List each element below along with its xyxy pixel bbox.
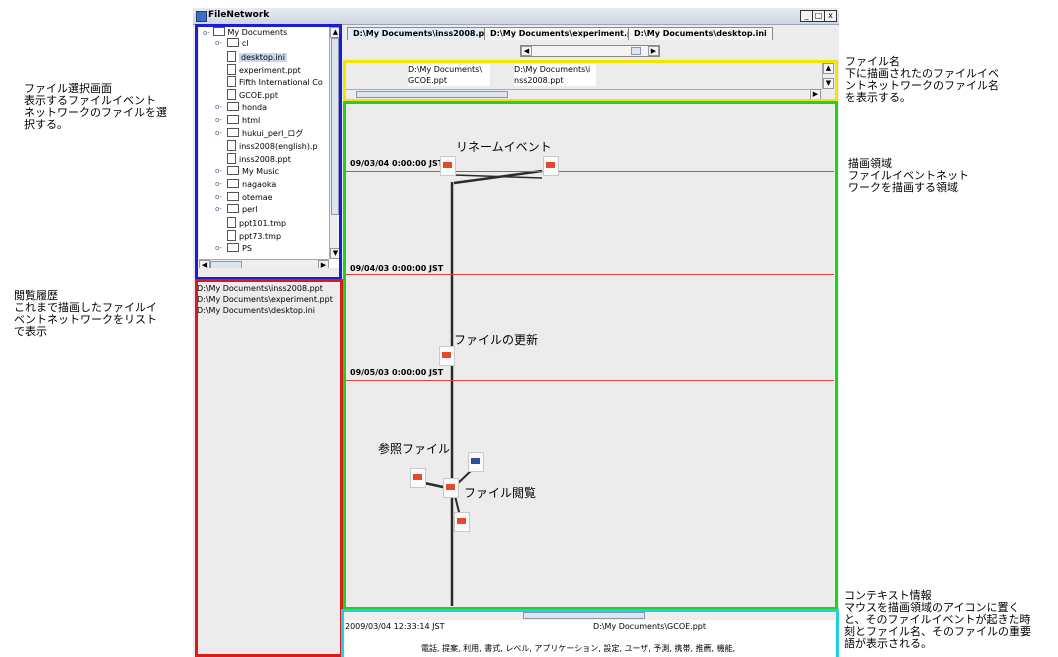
context-box: [341, 609, 839, 657]
annotation-context: コンテキスト情報 マウスを描画領域のアイコンに置く と、そのファイルイベントが起…: [844, 589, 1031, 650]
draw-area-box: [343, 101, 838, 610]
scroll-left-icon[interactable]: ◀: [521, 46, 532, 56]
annotation-file-select: ファイル選択画面 表示するファイルイベント ネットワークのファイルを選 択する。: [24, 82, 167, 131]
tab-inss2008[interactable]: D:\My Documents\inss2008.ppt: [347, 27, 500, 40]
timeline-scrollbar[interactable]: ◀ ▶: [520, 45, 660, 57]
scroll-right-icon[interactable]: ▶: [648, 46, 659, 56]
window-title: FileNetwork: [208, 10, 270, 20]
tab-desktop-ini[interactable]: D:\My Documents\desktop.ini: [628, 27, 773, 40]
annotation-filename: ファイル名 下に描画されたのファイルイベ ントネットワークのファイル名 を表示す…: [845, 55, 999, 104]
close-button[interactable]: x: [824, 10, 837, 22]
file-select-box: [195, 24, 342, 280]
history-box: [195, 279, 343, 657]
annotation-draw-area: 描画領域 ファイルイベントネット ワークを描画する領域: [848, 157, 969, 194]
tab-experiment[interactable]: D:\My Documents\experiment.ppt: [484, 27, 649, 40]
timeline-thumb[interactable]: [631, 47, 641, 55]
annotation-history: 閲覧履歴 これまで描画したファイルイ ベントネットワークをリスト で表示: [14, 289, 157, 338]
title-bar: FileNetwork _ □ x: [193, 8, 839, 25]
filename-box: [343, 60, 838, 102]
app-icon: [196, 11, 207, 22]
